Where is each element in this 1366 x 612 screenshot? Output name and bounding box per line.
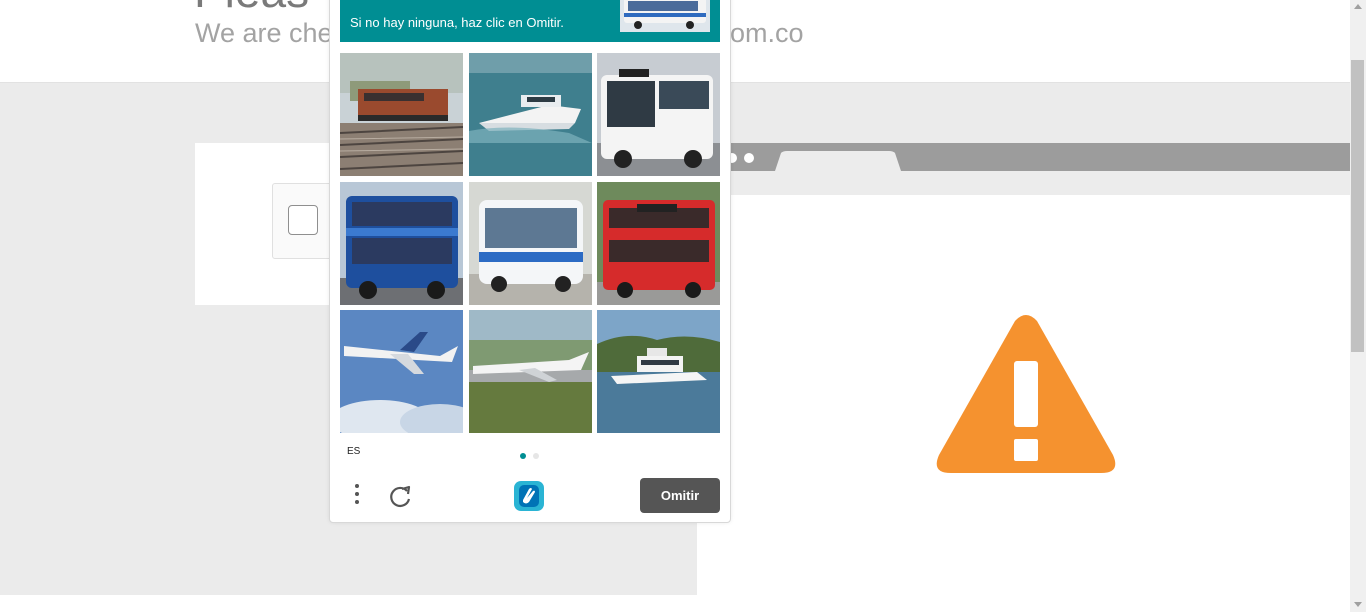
challenge-prompt: Si no hay ninguna, haz clic en Omitir. — [340, 0, 720, 42]
scrollbar-thumb[interactable] — [1351, 60, 1364, 352]
page-subtitle: We are che — [195, 18, 333, 48]
language-selector[interactable]: ES — [347, 446, 360, 457]
challenge-prompt-text: Si no hay ninguna, haz clic en Omitir. — [350, 15, 564, 30]
prompt-example-bus-image — [620, 0, 710, 32]
hcaptcha-logo-icon — [514, 481, 544, 511]
browser-dot — [744, 153, 754, 163]
challenge-tile-train[interactable] — [340, 53, 463, 176]
refresh-icon[interactable] — [388, 483, 414, 509]
challenge-tile-bus[interactable] — [340, 182, 463, 305]
challenge-tile-boat[interactable] — [597, 310, 720, 433]
challenge-tile-bus[interactable] — [597, 182, 720, 305]
browser-illustration — [697, 143, 1350, 612]
challenge-tile-bus[interactable] — [597, 53, 720, 176]
challenge-tile-bus[interactable] — [469, 182, 592, 305]
captcha-checkbox[interactable] — [288, 205, 318, 235]
challenge-tile-airplane[interactable] — [469, 310, 592, 433]
browser-address-bar — [697, 171, 1350, 195]
page-indicator-dot — [533, 453, 539, 459]
page-heading: Pleas — [194, 0, 309, 18]
page-subtitle-end: om.co — [730, 18, 804, 48]
more-vertical-icon[interactable] — [350, 481, 364, 509]
scroll-up-arrow-icon[interactable] — [1354, 4, 1362, 9]
warning-icon — [936, 315, 1116, 473]
page-indicator-dot-active — [520, 453, 526, 459]
browser-tab-shape — [775, 151, 901, 171]
skip-button[interactable]: Omitir — [640, 478, 720, 513]
challenge-tile-boat[interactable] — [469, 53, 592, 176]
challenge-tile-airplane[interactable] — [340, 310, 463, 433]
browser-title-bar — [697, 143, 1350, 171]
captcha-challenge-panel: Si no hay ninguna, haz clic en Omitir. E… — [329, 0, 731, 523]
page-bottom-strip — [0, 595, 697, 612]
captcha-widget-card — [195, 143, 345, 305]
scroll-down-arrow-icon[interactable] — [1354, 602, 1362, 607]
